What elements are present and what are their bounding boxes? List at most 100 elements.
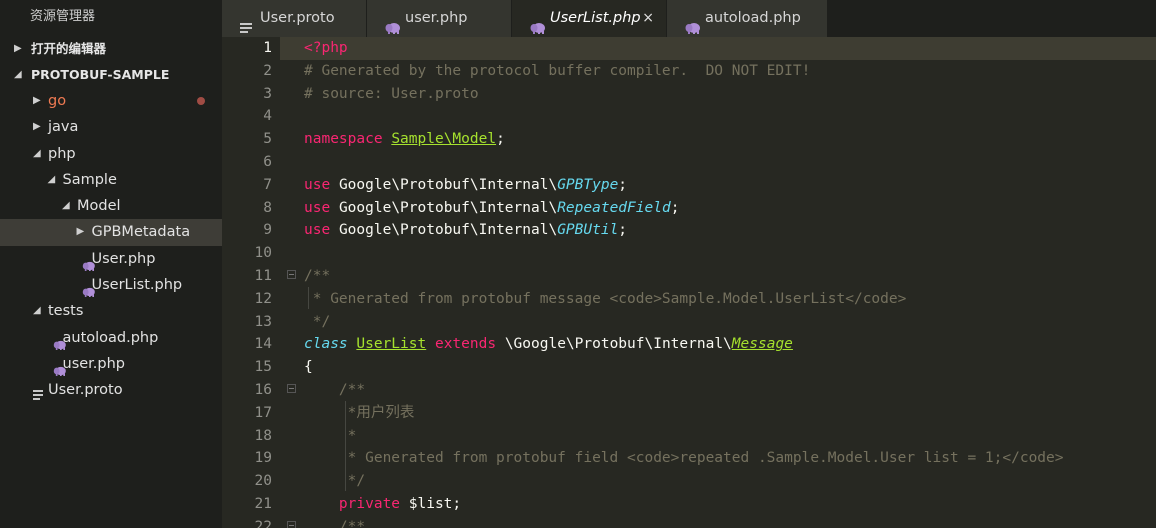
tree-item-label: UserList.php [91,277,183,294]
line-number: 10 [254,245,272,262]
chevron-right-icon: ▶ [14,43,22,54]
code-line-5: namespace Sample\Model; [304,128,505,151]
parent-class: Message [731,336,793,353]
code-line-21: private $list; [304,493,461,516]
close-icon[interactable]: × [642,0,654,36]
code-line-18: * [304,427,357,444]
tree-item-label: autoload.php [62,329,159,346]
class-name: UserList [356,336,427,353]
code-line-1: <?php [304,37,348,60]
line-number: 2 [263,62,272,79]
fold-toggle-icon[interactable] [287,521,296,528]
code-line-17: *用户列表 [304,404,415,421]
code-line-11: /** [304,268,331,284]
tree-item-label: GPBMetadata [91,224,191,241]
line-number: 1 [263,40,272,56]
tree-item-label: User.php [91,250,156,267]
code-line-15: { [304,359,313,376]
tree-item-autoload-php[interactable]: autoload.php [0,325,222,351]
semicolon: ; [496,131,505,148]
tree-item-label: tests [48,303,84,320]
line-number: 16 [254,382,272,398]
line-number: 17 [254,404,272,421]
tree-item-model[interactable]: ◢ Model [0,193,222,219]
tree-item-sample[interactable]: ◢ Sample [0,167,222,193]
semicolon: ; [618,222,628,239]
property-name: $list; [408,496,462,512]
tree-item-php[interactable]: ◢ php [0,141,222,167]
code-line-19: * Generated from protobuf field <code>re… [304,450,1064,467]
code-line-13: */ [304,313,331,330]
line-number: 20 [254,473,272,490]
current-line-highlight [280,37,1156,60]
tree-item-user-php[interactable]: User.php [0,246,222,272]
explorer-title: 资源管理器 [0,0,222,36]
tree-item-java[interactable]: ▶ java [0,114,222,140]
chevron-down-icon: ◢ [14,69,22,80]
chevron-down-icon: ◢ [47,173,56,185]
chevron-down-icon: ◢ [62,200,70,212]
line-number: 7 [263,176,272,193]
line-number: 9 [263,222,272,239]
code-line-8: use Google\Protobuf\Internal\RepeatedFie… [304,197,679,220]
tab-userlist-php[interactable]: UserList.php × [512,0,666,37]
semicolon: ; [670,199,680,216]
chevron-right-icon: ▶ [33,121,41,133]
tab-user-proto[interactable]: User.proto [222,0,366,37]
tab-label: user.php [405,10,468,26]
open-editors-section[interactable]: ▶ 打开的编辑器 [0,36,222,62]
open-editors-label: 打开的编辑器 [31,41,107,56]
explorer-sidebar: 资源管理器 ▶ 打开的编辑器 ◢ PROTOBUF-SAMPLE ▶ go ▶ jav… [0,0,222,528]
line-number: 15 [254,359,272,376]
line-number: 3 [263,85,272,102]
namespace-path: Google\Protobuf\Internal\ [338,199,558,216]
tab-autoload-php[interactable]: autoload.php [667,0,827,37]
tree-item-user-proto[interactable]: User.proto [0,377,222,403]
vscode-window: 资源管理器 ▶ 打开的编辑器 ◢ PROTOBUF-SAMPLE ▶ go ▶ jav… [0,0,1156,528]
tree-item-label: go [48,93,67,109]
tree-item-label: java [48,119,79,136]
use-keyword: use [304,176,331,193]
class-keyword: class [304,336,348,353]
base-namespace: \Google\Protobuf\Internal\ [504,336,732,353]
tab-label: autoload.php [705,10,801,26]
project-section[interactable]: ◢ PROTOBUF-SAMPLE [0,62,222,88]
semicolon: ; [618,176,628,193]
modified-dot-icon [197,97,205,105]
fold-toggle-icon[interactable] [287,270,296,279]
tree-item-label: Sample [62,171,117,188]
line-number: 8 [263,199,272,216]
tree-item-label: User.proto [48,382,123,399]
line-number: 18 [254,427,272,444]
code-line-3: # source: User.proto [304,85,479,102]
code-editor[interactable]: 1 2 3 4 5 6 7 8 9 10 11 12 13 14 15 16 17 18 19 20 21 22 <?ph… [222,37,1156,528]
tab-user-php[interactable]: user.php [367,0,511,37]
line-number: 12 [254,290,272,307]
code-line-16: /** [304,382,366,398]
file-tree: ▶ go ▶ java ◢ php ◢ Sample ◢ Model ▶ GPBMetadata Use… [0,88,222,404]
class-ref: GPBUtil [557,222,619,239]
fold-toggle-icon[interactable] [287,384,296,393]
code-line-9: use Google\Protobuf\Internal\GPBUtil; [304,219,627,242]
tab-label: UserList.php [550,10,641,26]
tree-item-go[interactable]: ▶ go [0,88,222,114]
chevron-right-icon: ▶ [76,226,85,238]
line-number: 21 [254,496,272,512]
chevron-down-icon: ◢ [33,305,41,317]
tree-item-label: php [48,145,76,162]
tree-item-label: user.php [62,355,126,372]
namespace-path: Google\Protobuf\Internal\ [338,176,558,193]
tab-bar: User.proto user.php UserList.php × autol… [222,0,1156,37]
code-line-7: use Google\Protobuf\Internal\GPBType; [304,174,627,197]
code-line-22: /** [304,518,366,528]
tree-item-user-php[interactable]: user.php [0,351,222,377]
tree-item-userlist-php[interactable]: UserList.php [0,272,222,298]
line-number: 14 [254,336,272,353]
namespace-keyword: namespace [304,131,383,148]
tree-item-tests[interactable]: ◢ tests [0,298,222,324]
chevron-down-icon: ◢ [33,147,41,159]
php-open-tag: <?php [304,40,348,56]
tree-item-gpbmetadata[interactable]: ▶ GPBMetadata [0,219,222,246]
line-number: 13 [254,313,272,330]
class-ref: GPBType [557,176,619,193]
